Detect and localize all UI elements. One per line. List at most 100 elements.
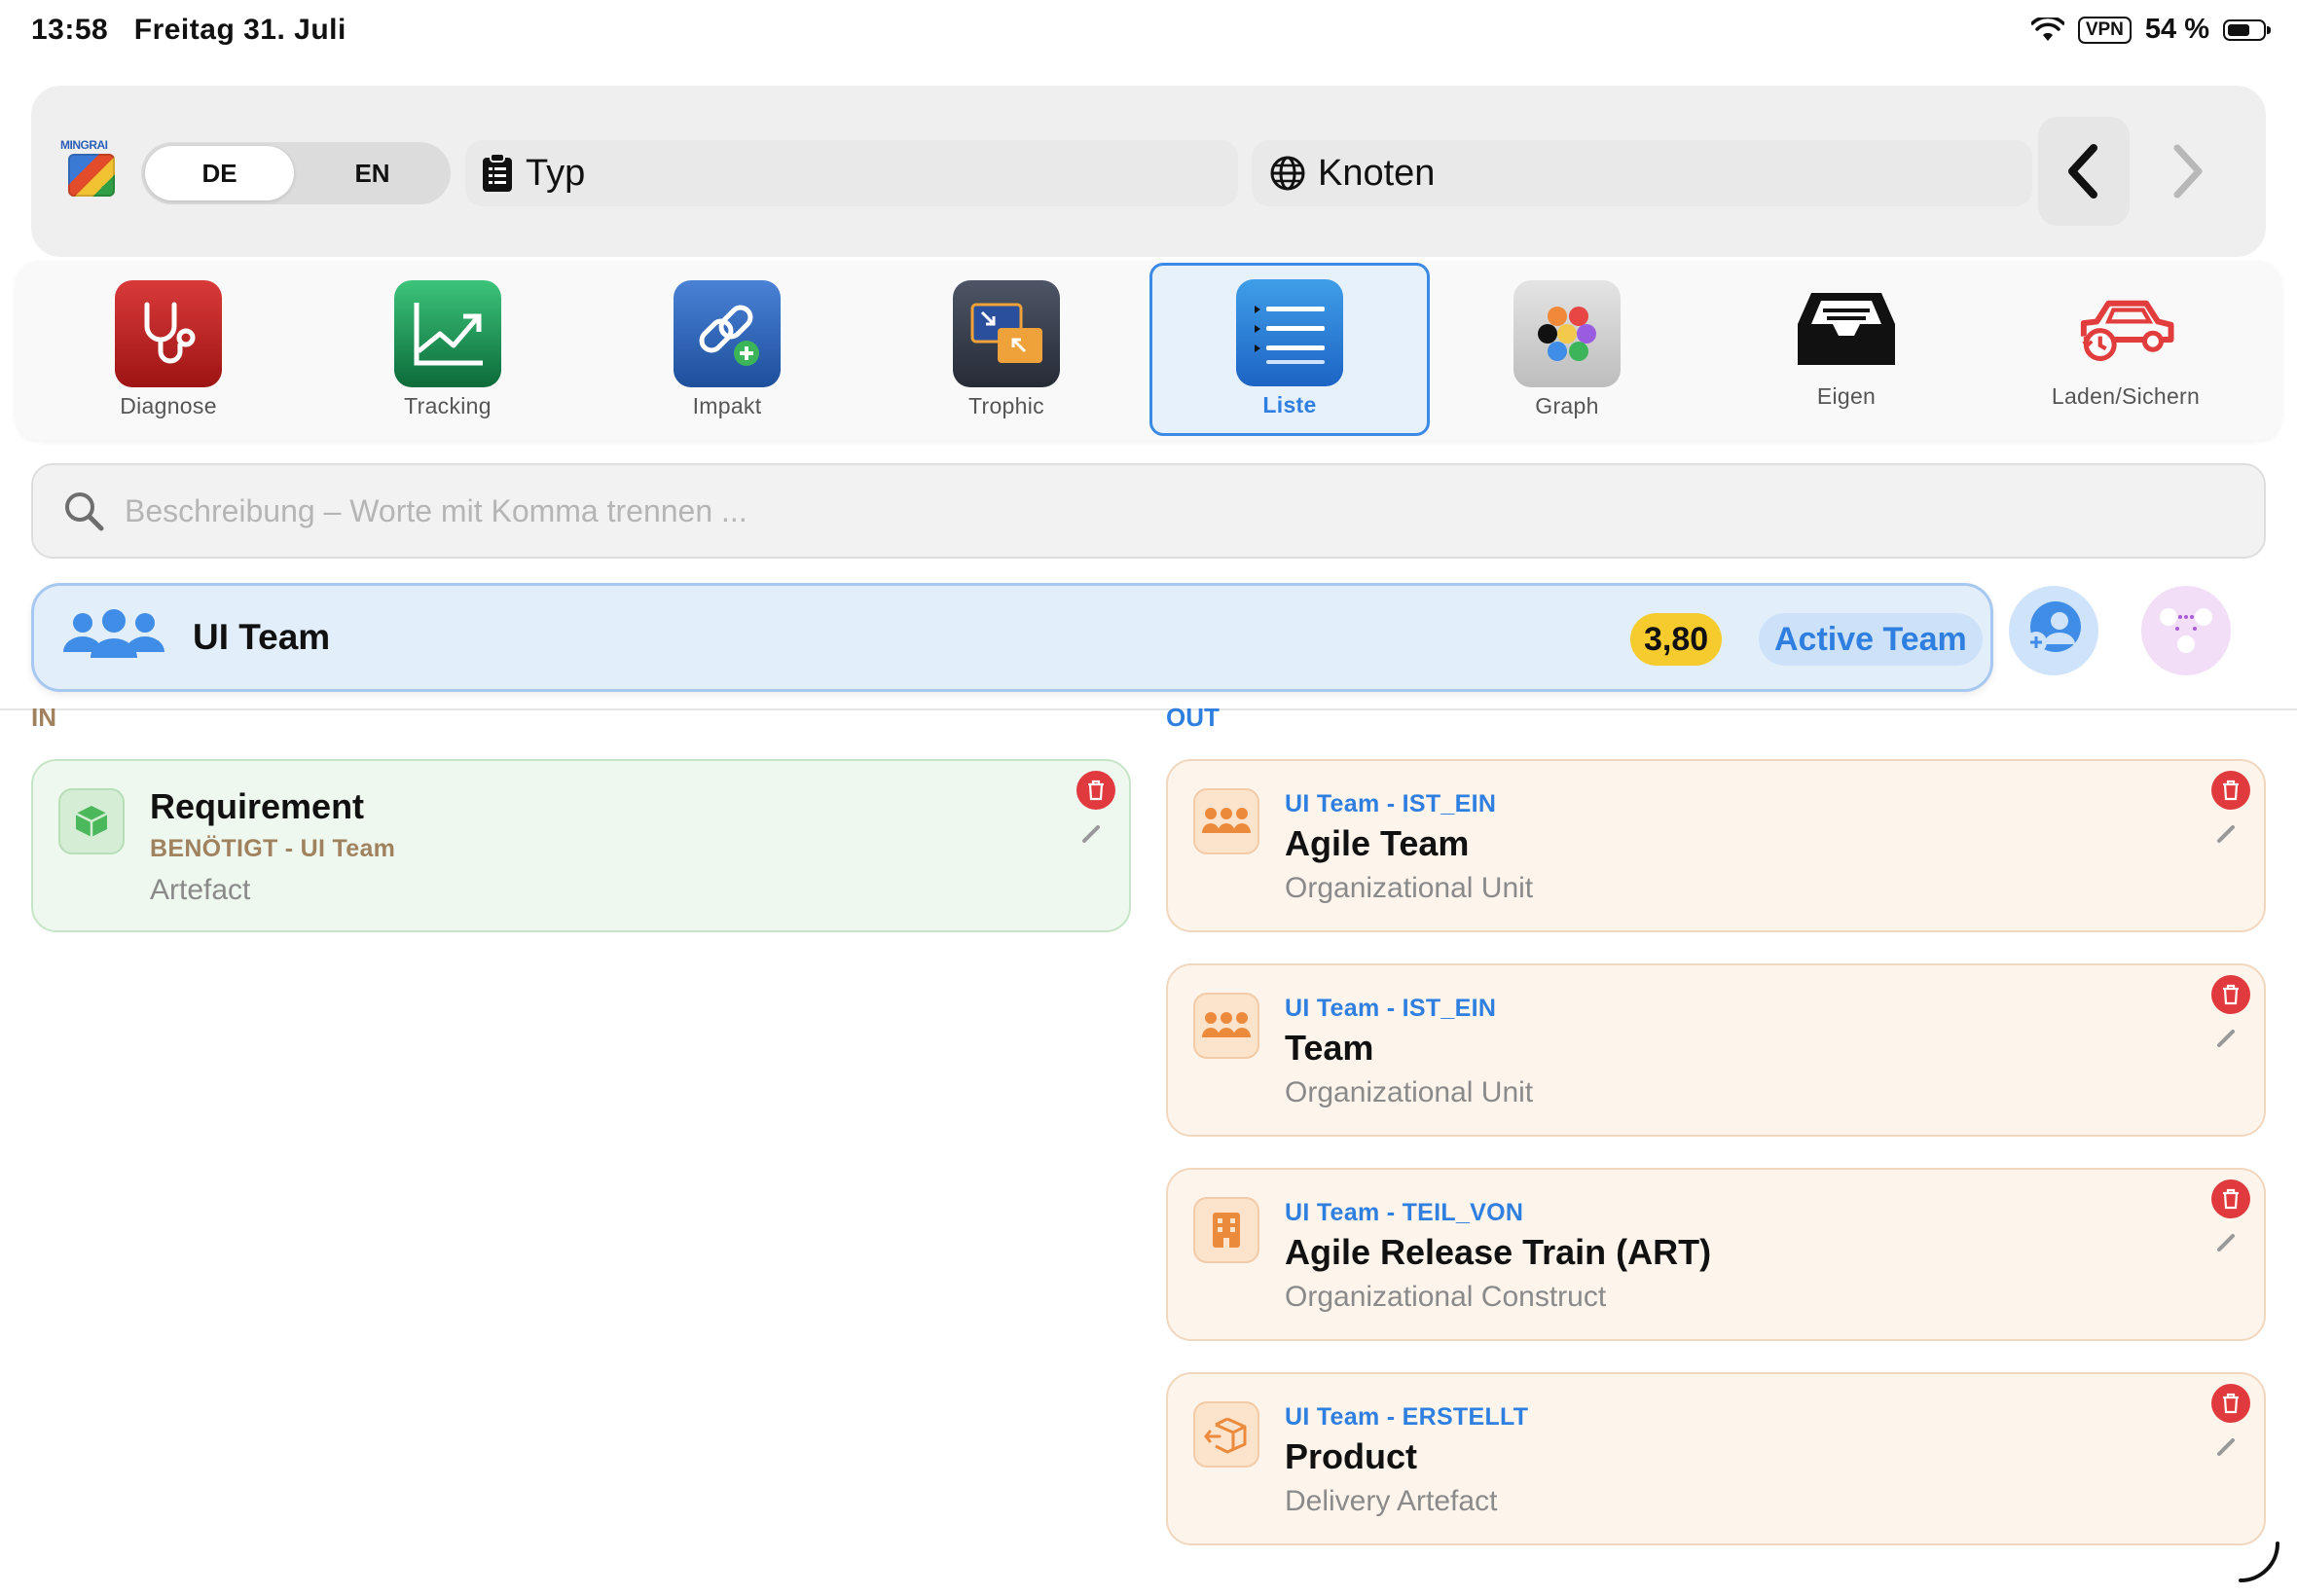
link-add-icon — [674, 280, 781, 387]
list-icon — [1236, 279, 1343, 386]
node-title: UI Team — [193, 617, 331, 657]
resize-arrows-icon — [953, 280, 1060, 387]
wifi-icon — [2030, 17, 2064, 41]
out-card[interactable]: UI Team - ERSTELLT Product Delivery Arte… — [1166, 1372, 2266, 1545]
card-relation: UI Team - TEIL_VON — [1285, 1199, 1524, 1226]
tool-label: Trophic — [968, 393, 1044, 418]
tool-tracking[interactable]: Tracking — [316, 267, 579, 432]
delete-button[interactable] — [2211, 1179, 2250, 1218]
score-badge: 3,80 — [1630, 613, 1723, 666]
team-icon — [63, 609, 164, 658]
chevron-right-icon — [2217, 1438, 2235, 1456]
card-title: Product — [1285, 1436, 1418, 1476]
tool-liste[interactable]: Liste — [1149, 263, 1430, 436]
tool-graph[interactable]: Graph — [1436, 267, 1698, 432]
chart-trend-icon — [394, 280, 501, 387]
language-toggle[interactable]: DE EN — [141, 142, 451, 204]
box-icon — [58, 788, 125, 854]
graph-view-button[interactable] — [2141, 586, 2231, 675]
out-card[interactable]: UI Team - IST_EIN Team Organizational Un… — [1166, 963, 2266, 1137]
trash-icon — [2223, 1393, 2239, 1414]
tool-trophic[interactable]: Trophic — [875, 267, 1138, 432]
card-relation: UI Team - IST_EIN — [1285, 790, 1497, 817]
language-en-option[interactable]: EN — [298, 146, 447, 200]
type-label: Typ — [526, 152, 586, 194]
logo-text: MINGRAI — [60, 138, 108, 152]
tool-label: Tracking — [404, 393, 492, 418]
tool-diagnose[interactable]: Diagnose — [37, 267, 300, 432]
color-dots-icon — [1513, 280, 1621, 387]
battery-percent: 54 % — [2144, 14, 2209, 45]
tool-label: Graph — [1535, 393, 1599, 418]
tool-impakt[interactable]: Impakt — [596, 267, 858, 432]
in-card[interactable]: Requirement BENÖTIGT - UI Team Artefact — [31, 759, 1131, 932]
chevron-right-icon — [2217, 825, 2235, 843]
tool-label: Liste — [1262, 392, 1317, 417]
node-label: Knoten — [1318, 152, 1436, 194]
battery-icon — [2223, 18, 2271, 41]
language-de-option[interactable]: DE — [145, 146, 294, 200]
node-selector[interactable]: Knoten — [1252, 140, 2032, 206]
clipboard-icon — [483, 153, 512, 192]
card-relation: UI Team - ERSTELLT — [1285, 1403, 1529, 1431]
delete-button[interactable] — [1076, 771, 1115, 810]
out-card[interactable]: UI Team - TEIL_VON Agile Release Train (… — [1166, 1168, 2266, 1341]
section-divider — [0, 708, 2297, 710]
trash-icon — [2223, 780, 2239, 801]
trash-icon — [1088, 780, 1104, 801]
card-type: Organizational Construct — [1285, 1281, 1607, 1313]
tool-label: Laden/Sichern — [2051, 383, 2201, 409]
card-relation: UI Team - IST_EIN — [1285, 995, 1497, 1022]
tool-eigen[interactable]: Eigen — [1715, 267, 1978, 432]
card-title: Team — [1285, 1028, 1374, 1068]
card-type: Organizational Unit — [1285, 1076, 1534, 1108]
status-time: 13:58 — [31, 14, 109, 46]
trash-icon — [2223, 1188, 2239, 1210]
chevron-right-icon — [2217, 1030, 2235, 1047]
search-icon — [65, 492, 104, 531]
car-history-icon — [2072, 280, 2179, 378]
globe-icon — [1270, 156, 1305, 191]
card-type: Delivery Artefact — [1285, 1485, 1498, 1517]
status-badge: Active Team — [1759, 613, 1983, 666]
tool-label: Impakt — [692, 393, 762, 418]
back-button[interactable] — [2038, 117, 2130, 226]
card-type: Artefact — [150, 874, 251, 906]
forward-button[interactable] — [2141, 117, 2233, 226]
tool-label: Diagnose — [120, 393, 217, 418]
delete-button[interactable] — [2211, 1384, 2250, 1423]
delete-button[interactable] — [2211, 771, 2250, 810]
group-icon — [1193, 788, 1259, 854]
section-out-label: OUT — [1166, 703, 1220, 732]
status-time-date: 13:58 Freitag 31. Juli — [31, 14, 346, 47]
delete-button[interactable] — [2211, 975, 2250, 1014]
type-selector[interactable]: Typ — [465, 140, 1238, 206]
chevron-left-icon — [2068, 144, 2097, 199]
search-input[interactable] — [123, 491, 2170, 530]
building-icon — [1193, 1197, 1259, 1263]
add-user-button[interactable] — [2009, 586, 2098, 675]
app-logo[interactable]: MINGRAI — [60, 138, 123, 202]
card-title: Agile Team — [1285, 823, 1470, 863]
add-person-icon — [2025, 601, 2081, 653]
card-title: Requirement — [150, 786, 365, 826]
vpn-badge: VPN — [2077, 16, 2132, 44]
shipping-box-icon — [1193, 1401, 1259, 1468]
stethoscope-icon — [115, 280, 222, 387]
section-in-label: IN — [31, 703, 56, 732]
card-relation: BENÖTIGT - UI Team — [150, 835, 396, 862]
group-icon — [1193, 993, 1259, 1059]
chevron-right-icon — [2173, 144, 2203, 199]
resize-handle-icon[interactable] — [2235, 1538, 2283, 1586]
chevron-right-icon — [2217, 1234, 2235, 1251]
logo-cube-icon — [68, 154, 115, 197]
trash-icon — [2223, 984, 2239, 1005]
tool-label: Eigen — [1816, 383, 1877, 409]
status-date: Freitag 31. Juli — [133, 14, 346, 46]
tool-laden-sichern[interactable]: Laden/Sichern — [1994, 267, 2257, 432]
node-header[interactable]: UI Team 3,80 Active Team — [31, 583, 1993, 692]
out-card[interactable]: UI Team - IST_EIN Agile Team Organizatio… — [1166, 759, 2266, 932]
search-bar[interactable] — [31, 463, 2266, 559]
card-title: Agile Release Train (ART) — [1285, 1232, 1712, 1272]
chevron-right-icon — [1082, 825, 1100, 843]
